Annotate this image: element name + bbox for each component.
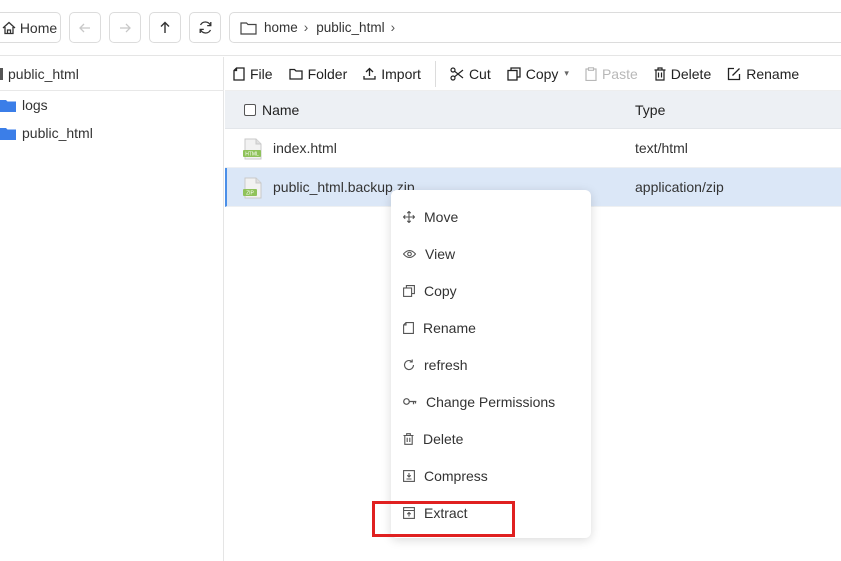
delete-label: Delete xyxy=(670,65,712,82)
context-menu-label: Delete xyxy=(423,430,464,447)
extract-highlight-box xyxy=(372,501,515,537)
context-menu-item-copy[interactable]: Copy xyxy=(391,272,591,309)
new-file-button[interactable]: File xyxy=(225,58,281,90)
paste-button[interactable]: Paste xyxy=(577,58,646,90)
tree-item-public-html[interactable]: public_html xyxy=(0,119,93,147)
cut-label: Cut xyxy=(468,65,491,82)
tree-item-label: public_html xyxy=(22,125,93,141)
rename-icon xyxy=(403,321,414,334)
folder-tree: public_html logs public_html xyxy=(0,57,224,561)
copy-button[interactable]: Copy ▾ xyxy=(499,58,577,90)
context-menu-item-compress[interactable]: Compress xyxy=(391,457,591,494)
toolbar-divider xyxy=(434,60,436,87)
context-menu-label: Change Permissions xyxy=(426,393,556,410)
context-menu: Move View Copy Rename refresh Change Per… xyxy=(391,190,591,538)
context-menu-label: refresh xyxy=(424,356,468,373)
rename-label: Rename xyxy=(746,65,800,82)
file-name: index.html xyxy=(273,140,337,156)
zip-file-icon: ZIP xyxy=(243,177,262,199)
tree-item-label: logs xyxy=(22,97,48,113)
chevron-down-icon: ▾ xyxy=(564,68,569,78)
context-menu-item-refresh[interactable]: refresh xyxy=(391,346,591,383)
context-menu-label: Rename xyxy=(423,319,476,336)
chevron-right-icon: › xyxy=(303,20,309,35)
svg-text:ZIP: ZIP xyxy=(246,191,254,197)
scissors-icon xyxy=(450,66,464,81)
tree-root-label: public_html xyxy=(8,65,79,82)
folder-icon xyxy=(0,127,16,140)
breadcrumb-item-home[interactable]: home xyxy=(264,20,298,35)
context-menu-item-move[interactable]: Move xyxy=(391,198,591,235)
select-all-checkbox[interactable] xyxy=(244,104,256,116)
tree-root[interactable]: public_html xyxy=(0,57,224,91)
context-menu-item-rename[interactable]: Rename xyxy=(391,309,591,346)
breadcrumb: home › public_html › xyxy=(229,12,841,43)
paste-label: Paste xyxy=(601,65,638,82)
chevron-right-icon: › xyxy=(390,20,396,35)
file-toolbar: File Folder Import Cut Copy ▾ Paste Dele… xyxy=(225,57,841,91)
column-header-type[interactable]: Type xyxy=(635,102,665,118)
new-folder-label: Folder xyxy=(307,65,348,82)
home-button-label: Home xyxy=(19,19,58,36)
context-menu-label: Compress xyxy=(424,467,488,484)
table-header: Name Type xyxy=(225,91,841,129)
context-menu-item-change-permissions[interactable]: Change Permissions xyxy=(391,383,591,420)
trash-icon xyxy=(654,66,666,81)
rename-button[interactable]: Rename xyxy=(719,58,807,90)
refresh-icon xyxy=(199,21,211,34)
clipboard-icon xyxy=(585,66,597,81)
folder-outline-icon xyxy=(288,68,303,80)
folder-outline-icon xyxy=(240,21,257,35)
move-icon xyxy=(403,210,415,223)
context-menu-item-view[interactable]: View xyxy=(391,235,591,272)
tree-item-logs[interactable]: logs xyxy=(0,91,48,119)
context-menu-label: Move xyxy=(424,208,459,225)
file-type: application/zip xyxy=(635,179,724,195)
breadcrumb-item-public-html[interactable]: public_html xyxy=(316,20,384,35)
upload-icon xyxy=(363,67,376,80)
delete-button[interactable]: Delete xyxy=(646,58,719,90)
copy-label: Copy xyxy=(525,65,559,82)
up-button[interactable] xyxy=(149,12,181,43)
home-button[interactable]: Home xyxy=(0,12,61,43)
compress-icon xyxy=(403,469,415,482)
home-icon xyxy=(2,21,16,34)
eye-icon xyxy=(403,249,416,258)
copy-icon xyxy=(507,66,521,81)
table-row[interactable]: HTML index.html text/html xyxy=(225,129,841,168)
import-button[interactable]: Import xyxy=(355,58,429,90)
forward-button[interactable] xyxy=(109,12,141,43)
tree-root-marker xyxy=(0,67,3,80)
arrow-up-icon xyxy=(160,21,170,33)
folder-icon xyxy=(0,99,16,112)
rename-icon xyxy=(728,67,741,80)
new-folder-button[interactable]: Folder xyxy=(281,58,356,90)
context-menu-label: View xyxy=(425,245,456,262)
svg-text:HTML: HTML xyxy=(245,152,259,158)
file-icon xyxy=(233,66,245,81)
refresh-button[interactable] xyxy=(189,12,221,43)
file-type: text/html xyxy=(635,140,688,156)
copy-icon xyxy=(403,284,415,297)
column-header-name[interactable]: Name xyxy=(262,102,299,118)
key-icon xyxy=(403,398,417,405)
trash-icon xyxy=(403,432,414,445)
arrow-left-icon xyxy=(79,23,90,32)
html-file-icon: HTML xyxy=(243,138,262,160)
context-menu-item-delete[interactable]: Delete xyxy=(391,420,591,457)
back-button[interactable] xyxy=(69,12,101,43)
new-file-label: File xyxy=(250,65,273,82)
import-label: Import xyxy=(381,65,421,82)
context-menu-label: Copy xyxy=(424,282,457,299)
refresh-icon xyxy=(403,359,415,370)
cut-button[interactable]: Cut xyxy=(442,58,499,90)
arrow-right-icon xyxy=(120,23,131,32)
top-nav-bar: Home home › public_html › xyxy=(0,0,841,56)
